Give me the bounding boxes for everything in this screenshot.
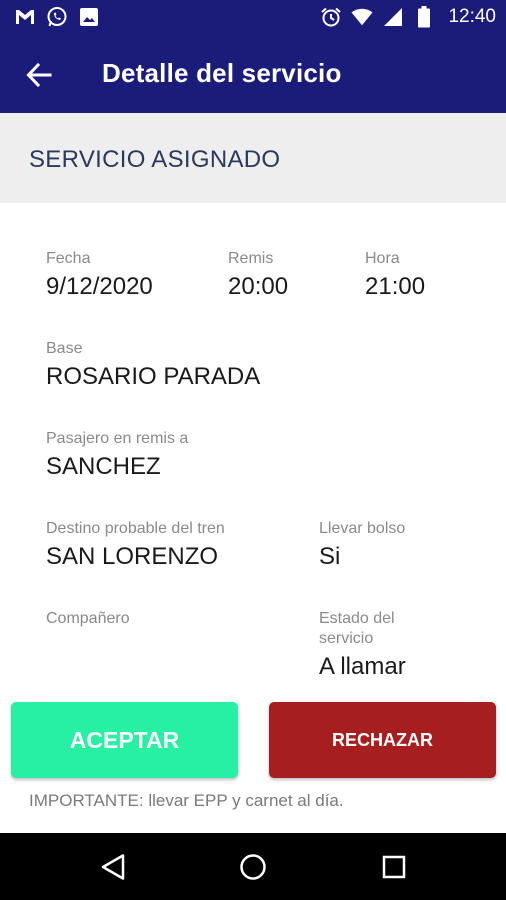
page-title: Detalle del servicio <box>102 58 342 88</box>
status-bar: 12:40 <box>0 0 506 36</box>
companero-label: Compañero <box>46 610 130 627</box>
hora-value: 21:00 <box>365 273 426 300</box>
app-bar: Detalle del servicio <box>0 36 506 113</box>
bolso-value: Si <box>319 543 341 570</box>
screen: 12:40 Detalle del servicio SERVICIO ASIG… <box>0 0 506 900</box>
gmail-icon <box>14 6 36 28</box>
alarm-icon <box>320 6 342 28</box>
back-triangle-icon <box>101 854 125 880</box>
navigation-bar <box>0 833 506 900</box>
arrow-back-icon <box>26 62 52 88</box>
estado-label-line1: Estado del <box>319 610 395 627</box>
home-circle-icon <box>240 854 266 880</box>
status-bar-notifications <box>14 6 100 28</box>
back-button[interactable] <box>22 58 56 92</box>
destino-label: Destino probable del tren <box>46 520 225 537</box>
recents-square-icon <box>382 855 406 879</box>
fecha-value: 9/12/2020 <box>46 273 153 300</box>
status-bar-time: 12:40 <box>448 6 496 27</box>
image-icon <box>78 6 100 28</box>
base-label: Base <box>46 340 83 357</box>
accept-button[interactable]: ACEPTAR <box>11 702 238 778</box>
wifi-icon <box>351 6 373 28</box>
estado-value: A llamar <box>319 653 406 680</box>
remis-label: Remis <box>228 250 274 267</box>
destino-value: SAN LORENZO <box>46 543 219 570</box>
important-note: IMPORTANTE: llevar EPP y carnet al día. <box>29 791 344 810</box>
reject-button[interactable]: RECHAZAR <box>269 702 496 778</box>
estado-label-line2: servicio <box>319 630 374 647</box>
fecha-label: Fecha <box>46 250 91 267</box>
base-value: ROSARIO PARADA <box>46 363 261 390</box>
nav-recents-button[interactable] <box>376 849 412 885</box>
nav-back-button[interactable] <box>95 849 131 885</box>
bolso-label: Llevar bolso <box>319 520 406 537</box>
pasajero-label: Pasajero en remis a <box>46 430 189 447</box>
nav-home-button[interactable] <box>235 849 271 885</box>
hora-label: Hora <box>365 250 400 267</box>
remis-value: 20:00 <box>228 273 289 300</box>
section-title: SERVICIO ASIGNADO <box>29 146 281 173</box>
status-bar-system: 12:40 <box>320 6 496 28</box>
whatsapp-icon <box>46 6 68 28</box>
battery-icon <box>413 6 435 28</box>
reject-button-label: RECHAZAR <box>332 729 433 750</box>
accept-button-label: ACEPTAR <box>69 726 180 753</box>
signal-icon <box>382 6 404 28</box>
pasajero-value: SANCHEZ <box>46 453 161 480</box>
section-header: SERVICIO ASIGNADO <box>0 113 506 203</box>
